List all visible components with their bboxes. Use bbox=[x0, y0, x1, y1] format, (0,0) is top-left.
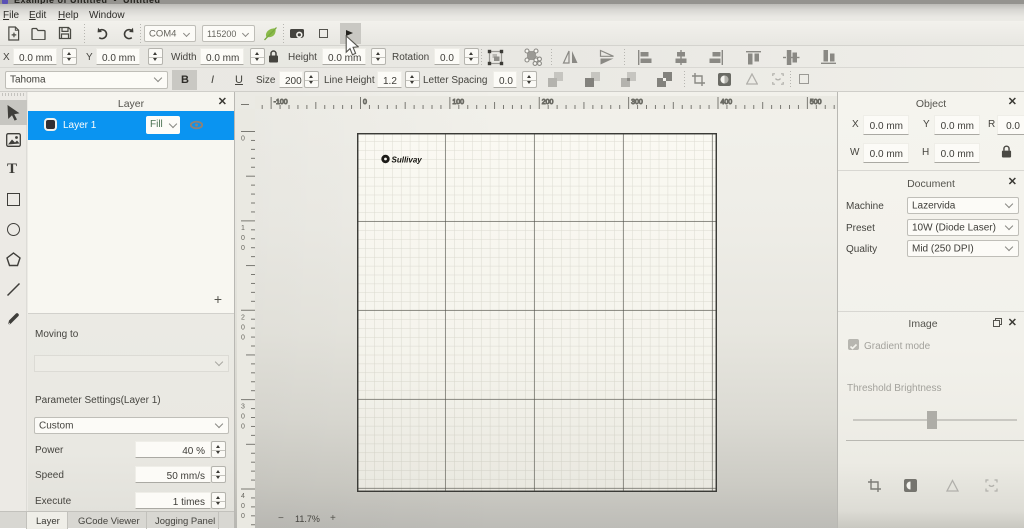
svg-text:0: 0 bbox=[241, 334, 245, 341]
svg-text:400: 400 bbox=[721, 99, 733, 106]
svg-text:0: 0 bbox=[241, 136, 245, 143]
svg-text:0: 0 bbox=[241, 424, 245, 431]
svg-text:0: 0 bbox=[363, 99, 367, 106]
svg-text:Sullivay: Sullivay bbox=[392, 155, 423, 164]
svg-text:300: 300 bbox=[631, 99, 643, 106]
svg-text:0: 0 bbox=[241, 503, 245, 510]
svg-text:0: 0 bbox=[241, 235, 245, 242]
svg-text:0: 0 bbox=[241, 513, 245, 520]
svg-text:-100: -100 bbox=[274, 99, 288, 106]
svg-text:0: 0 bbox=[241, 324, 245, 331]
svg-text:500: 500 bbox=[810, 99, 822, 106]
svg-text:100: 100 bbox=[452, 99, 464, 106]
svg-text:4: 4 bbox=[241, 493, 245, 500]
svg-text:3: 3 bbox=[241, 404, 245, 411]
svg-text:0: 0 bbox=[241, 245, 245, 252]
svg-text:0: 0 bbox=[241, 414, 245, 421]
svg-text:1: 1 bbox=[241, 225, 245, 232]
svg-text:2: 2 bbox=[241, 314, 245, 321]
svg-text:200: 200 bbox=[542, 99, 554, 106]
